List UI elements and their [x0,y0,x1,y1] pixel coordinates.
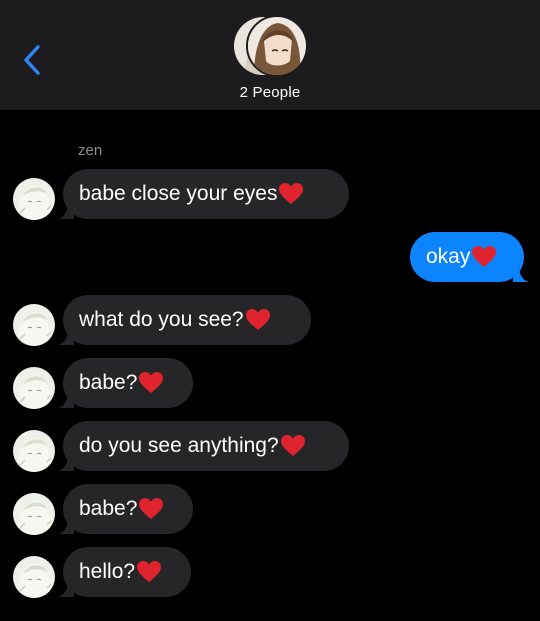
heart-icon [279,183,304,204]
heart-icon [139,372,164,393]
message-bubble[interactable]: babe? [58,358,193,408]
heart-icon [139,498,164,519]
avatar[interactable] [13,556,55,598]
group-member-avatar [246,15,308,77]
message-row: babe? [0,358,540,409]
avatar[interactable] [13,178,55,220]
message-bubble[interactable]: do you see anything? [58,421,349,471]
sender-name: zen [78,142,103,159]
message-text: do you see anything? [79,434,279,457]
group-avatar[interactable] [232,15,308,77]
group-title[interactable]: 2 People [0,84,540,101]
heart-icon [280,435,305,456]
message-row: hello? [0,547,540,598]
back-button[interactable] [18,42,48,78]
avatar[interactable] [13,304,55,346]
chat-screen: 2 People zen babe close your eyes okay w… [0,0,540,621]
avatar[interactable] [13,493,55,535]
avatar[interactable] [13,430,55,472]
message-row: what do you see? [0,295,540,346]
message-bubble[interactable]: babe close your eyes [58,169,349,219]
message-bubble[interactable]: what do you see? [58,295,311,345]
message-row: okay [0,232,540,282]
message-text: babe close your eyes [79,182,278,205]
chat-header: 2 People [0,0,540,110]
message-text: hello? [79,560,136,583]
message-row: babe close your eyes [0,169,540,220]
message-bubble[interactable]: babe? [58,484,193,534]
message-bubble[interactable]: okay [410,232,529,282]
heart-icon [137,561,162,582]
message-text: babe? [79,497,138,520]
message-row: do you see anything? [0,421,540,472]
message-text: babe? [79,371,138,394]
heart-icon [472,246,497,267]
message-bubble[interactable]: hello? [58,547,191,597]
message-text: okay [426,245,471,268]
message-row: babe? [0,484,540,535]
message-text: what do you see? [79,308,244,331]
heart-icon [245,309,270,330]
avatar[interactable] [13,367,55,409]
chevron-left-icon [24,45,40,75]
